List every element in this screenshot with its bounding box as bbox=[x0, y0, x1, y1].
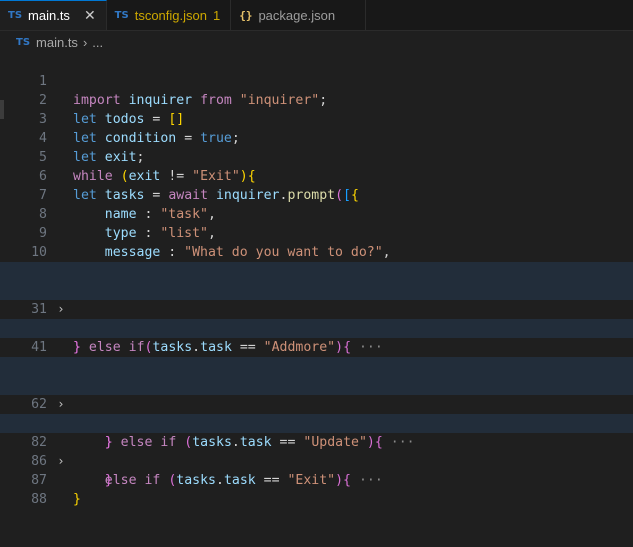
code-line-folded: 82 › else if (tasks.task == "Exit"){ ··· bbox=[0, 414, 633, 488]
line-number: 88 bbox=[31, 492, 47, 507]
code-line: 3 let condition = true; bbox=[0, 91, 633, 146]
close-icon[interactable]: ✕ bbox=[84, 7, 96, 24]
code-editor[interactable]: 1 import inquirer from "inquirer"; 2 let… bbox=[0, 53, 633, 507]
code-line: 81 } bbox=[0, 395, 633, 450]
chevron-right-icon: › bbox=[82, 34, 88, 50]
code-text: } bbox=[73, 492, 81, 507]
code-line: 1 import inquirer from "inquirer"; bbox=[0, 53, 633, 108]
code-line: 8 type : "list", bbox=[0, 186, 633, 241]
tab-label: main.ts bbox=[28, 8, 70, 23]
typescript-file-icon: TS bbox=[16, 36, 31, 48]
code-line: 4 let exit; bbox=[0, 110, 633, 165]
code-line: 10 choices : ["Add", "Delete", "Addmore"… bbox=[0, 224, 633, 279]
code-line: 7 name : "task", bbox=[0, 167, 633, 222]
code-line-folded: 56 › else if(tasks.task == "Read"){ ··· bbox=[0, 357, 633, 431]
breadcrumb-symbols[interactable]: ... bbox=[92, 35, 103, 50]
tab-tsconfig-json[interactable]: TS tsconfig.json 1 bbox=[106, 0, 232, 30]
tab-label: package.json bbox=[258, 7, 336, 23]
code-line: 6 let tasks = await inquirer.prompt([{ bbox=[0, 148, 633, 203]
tab-label: tsconfig.json bbox=[134, 7, 207, 23]
code-line: 87 } bbox=[0, 452, 633, 507]
tab-main-ts[interactable]: TS main.ts ✕ bbox=[0, 0, 107, 30]
breadcrumb-file[interactable]: main.ts bbox=[36, 35, 78, 50]
code-line: 55 } bbox=[0, 338, 633, 393]
tab-package-json[interactable]: {} package.json bbox=[231, 0, 367, 30]
json-file-icon: {} bbox=[239, 8, 253, 22]
code-line-folded: 41 › else if (tasks.task == "Delete") ··… bbox=[0, 319, 633, 393]
code-line: 11 }]) bbox=[0, 243, 633, 298]
typescript-config-icon: TS bbox=[114, 9, 129, 21]
typescript-file-icon: TS bbox=[8, 10, 23, 21]
problem-count-badge: 1 bbox=[212, 7, 221, 23]
code-line: 86 } bbox=[0, 433, 633, 488]
tab-bar: TS main.ts ✕ TS tsconfig.json 1 {} packa… bbox=[0, 0, 633, 31]
code-line-folded: 62 › } else if (tasks.task == "Update"){… bbox=[0, 376, 633, 450]
code-line-folded: 31 › } else if(tasks.task == "Addmore"){… bbox=[0, 281, 633, 355]
code-line: 40 } bbox=[0, 300, 633, 355]
code-line: 9 message : "What do you want to do?", bbox=[0, 205, 633, 260]
code-line: 2 let todos = [] bbox=[0, 72, 633, 127]
code-line: 5 while (exit != "Exit"){ bbox=[0, 129, 633, 184]
code-line-folded: 12 › if (tasks.task == "Add") ··· bbox=[0, 262, 633, 336]
breadcrumb: TS main.ts › ... bbox=[0, 31, 633, 53]
